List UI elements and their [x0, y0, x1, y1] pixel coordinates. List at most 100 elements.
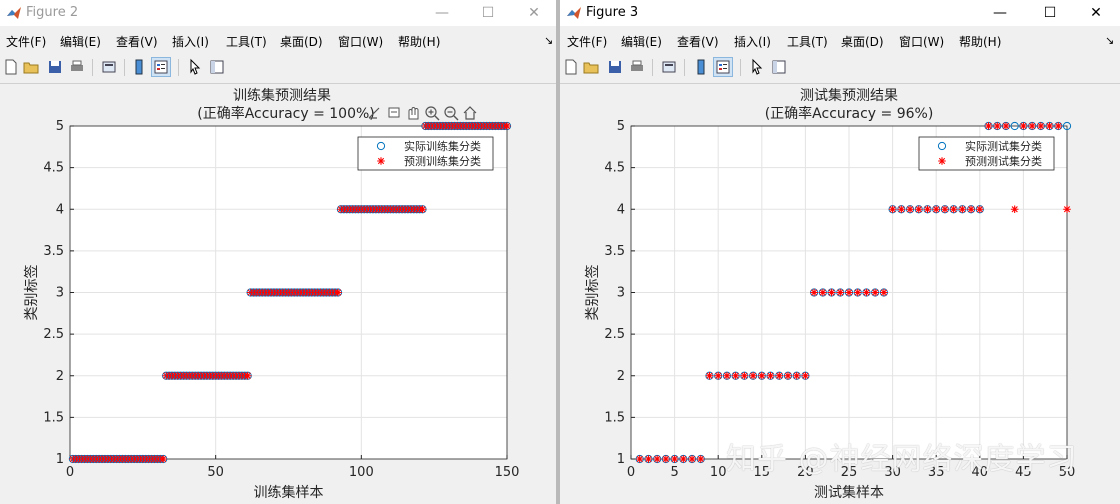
menu-view[interactable]: 查看(V) [116, 33, 158, 50]
legend: 实际训练集分类预测训练集分类 [357, 136, 494, 171]
predicted-marker [784, 371, 792, 380]
window-title: Figure 2 [26, 5, 79, 20]
print-preview-icon[interactable] [100, 58, 118, 76]
print-preview-icon[interactable] [660, 58, 678, 76]
predicted-marker [967, 205, 975, 214]
predicted-marker [334, 288, 342, 297]
y-tick-label: 1.5 [43, 410, 64, 425]
matlab-icon [7, 7, 21, 19]
title-bar[interactable]: Figure 3 — ☐ ✕ [560, 0, 1120, 26]
menu-help[interactable]: 帮助(H) [959, 33, 1001, 50]
menu-view[interactable]: 查看(V) [677, 33, 719, 50]
property-editor-icon[interactable] [770, 58, 788, 76]
menu-insert[interactable]: 插入(I) [734, 33, 771, 50]
close-button[interactable]: ✕ [1074, 0, 1118, 26]
pan-hand-icon[interactable] [408, 107, 419, 120]
legend-icon[interactable] [713, 57, 733, 77]
predicted-marker [819, 288, 827, 297]
legend-icon[interactable] [151, 57, 171, 77]
pointer-icon[interactable] [186, 58, 204, 76]
menu-edit[interactable]: 编辑(E) [621, 33, 662, 50]
predicted-marker [644, 455, 653, 463]
predicted-marker [801, 371, 810, 380]
maximize-button[interactable]: ☐ [466, 0, 510, 26]
save-icon[interactable] [46, 58, 64, 76]
y-tick-label: 3 [56, 286, 64, 301]
colorbar-icon[interactable] [692, 58, 710, 76]
open-folder-icon[interactable] [582, 58, 600, 76]
menu-tools[interactable]: 工具(T) [787, 33, 828, 50]
predicted-marker [845, 288, 853, 297]
figure-window-3: Figure 3 — ☐ ✕ 文件(F) 编辑(E) 查看(V) 插入(I) 工… [560, 0, 1120, 504]
y-tick-label: 4 [617, 202, 625, 217]
home-icon[interactable] [463, 106, 477, 120]
predicted-marker [836, 288, 845, 297]
y-tick-label: 3.5 [43, 244, 64, 259]
y-tick-label: 1 [617, 452, 625, 467]
icon-stroke [453, 115, 459, 121]
menu-window[interactable]: 窗口(W) [338, 33, 383, 50]
maximize-button[interactable]: ☐ [1028, 0, 1072, 26]
toolbar-separator [92, 59, 93, 76]
icon-stroke [408, 107, 419, 120]
menu-edit[interactable]: 编辑(E) [60, 33, 101, 50]
open-folder-icon[interactable] [22, 58, 40, 76]
new-file-icon[interactable] [2, 58, 20, 76]
y-tick-label: 3.5 [604, 244, 625, 259]
menu-insert[interactable]: 插入(I) [172, 33, 209, 50]
y-tick-label: 3 [617, 286, 625, 301]
minimize-button[interactable]: — [420, 0, 464, 26]
data-tip-icon[interactable] [388, 107, 400, 118]
menu-window[interactable]: 窗口(W) [899, 33, 944, 50]
zoom-out-icon[interactable] [444, 106, 459, 121]
predicted-marker [731, 371, 740, 380]
y-tick-label: 1.5 [604, 410, 625, 425]
predicted-marker [740, 371, 749, 380]
x-tick-label: 5 [670, 465, 678, 480]
colorbar-icon[interactable] [130, 58, 148, 76]
y-tick-label: 4.5 [604, 161, 625, 176]
menu-desktop[interactable]: 桌面(D) [841, 33, 884, 50]
figure-window-2: Figure 2 — ☐ ✕ 文件(F) 编辑(E) 查看(V) 插入(I) 工… [0, 0, 556, 504]
predicted-marker [932, 205, 940, 214]
zoom-in-icon[interactable] [425, 106, 440, 121]
y-tick-label: 2.5 [43, 327, 64, 342]
dock-arrow-icon[interactable]: ↘ [544, 34, 553, 47]
menu-file[interactable]: 文件(F) [567, 33, 607, 50]
predicted-marker [871, 288, 879, 297]
legend: 实际测试集分类预测测试集分类 [918, 136, 1055, 171]
print-icon[interactable] [628, 58, 646, 76]
predicted-marker [503, 122, 511, 130]
menu-file[interactable]: 文件(F) [6, 33, 46, 50]
predicted-marker [723, 371, 731, 380]
print-icon[interactable] [68, 58, 86, 76]
predicted-marker [653, 455, 661, 463]
predicted-marker [1037, 122, 1045, 130]
predicted-marker [705, 371, 714, 380]
pointer-icon[interactable] [748, 58, 766, 76]
property-editor-icon[interactable] [208, 58, 226, 76]
predicted-marker [1054, 122, 1063, 130]
predicted-marker [418, 205, 427, 214]
icon-stroke [463, 106, 477, 120]
y-tick-label: 2 [617, 369, 625, 384]
menu-tools[interactable]: 工具(T) [226, 33, 267, 50]
predicted-marker [1063, 205, 1071, 214]
menu-help[interactable]: 帮助(H) [398, 33, 440, 50]
dock-arrow-icon[interactable]: ↘ [1105, 34, 1114, 47]
predicted-marker [897, 205, 906, 214]
watermark-text: 知乎 @神经网络深度学习 [726, 442, 1078, 477]
title-bar[interactable]: Figure 2 — ☐ ✕ [0, 0, 556, 26]
menu-desktop[interactable]: 桌面(D) [280, 33, 323, 50]
predicted-marker [853, 288, 862, 297]
legend-label: 实际训练集分类 [404, 139, 481, 153]
new-file-icon[interactable] [562, 58, 580, 76]
y-tick-label: 5 [56, 119, 64, 134]
minimize-button[interactable]: — [978, 0, 1022, 26]
close-button[interactable]: ✕ [512, 0, 556, 26]
predicted-marker [810, 288, 818, 297]
predicted-marker [827, 288, 836, 297]
predicted-marker [696, 455, 705, 463]
save-icon[interactable] [606, 58, 624, 76]
train-scatter-chart[interactable]: 0 50 100 150 1 1.5 2 2.5 3 3.5 4 4.5 5 训练集预测结果(正确率Acc… [0, 84, 556, 504]
